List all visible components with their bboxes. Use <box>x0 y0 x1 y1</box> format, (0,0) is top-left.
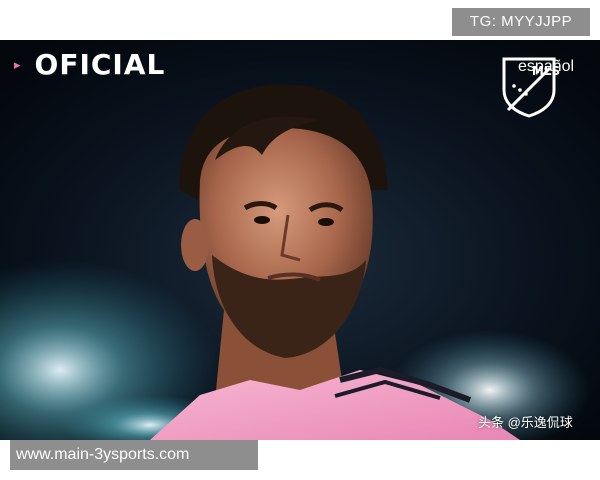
telegram-badge: TG: MYYJJPP <box>452 8 590 36</box>
mls-logo: MLS español <box>500 56 592 118</box>
url-badge: www.main-3ysports.com <box>10 440 258 470</box>
source-watermark: 头条 @乐逸侃球 <box>478 415 573 430</box>
mls-shield-text: MLS <box>531 64 561 78</box>
play-marker-icon: ▸ <box>14 57 21 72</box>
headline-text: OFICIAL <box>34 48 166 81</box>
headline: ▸ OFICIAL <box>14 48 165 81</box>
player-photo: ▸ OFICIAL MLS español 头条 @乐逸侃球 <box>0 40 600 440</box>
